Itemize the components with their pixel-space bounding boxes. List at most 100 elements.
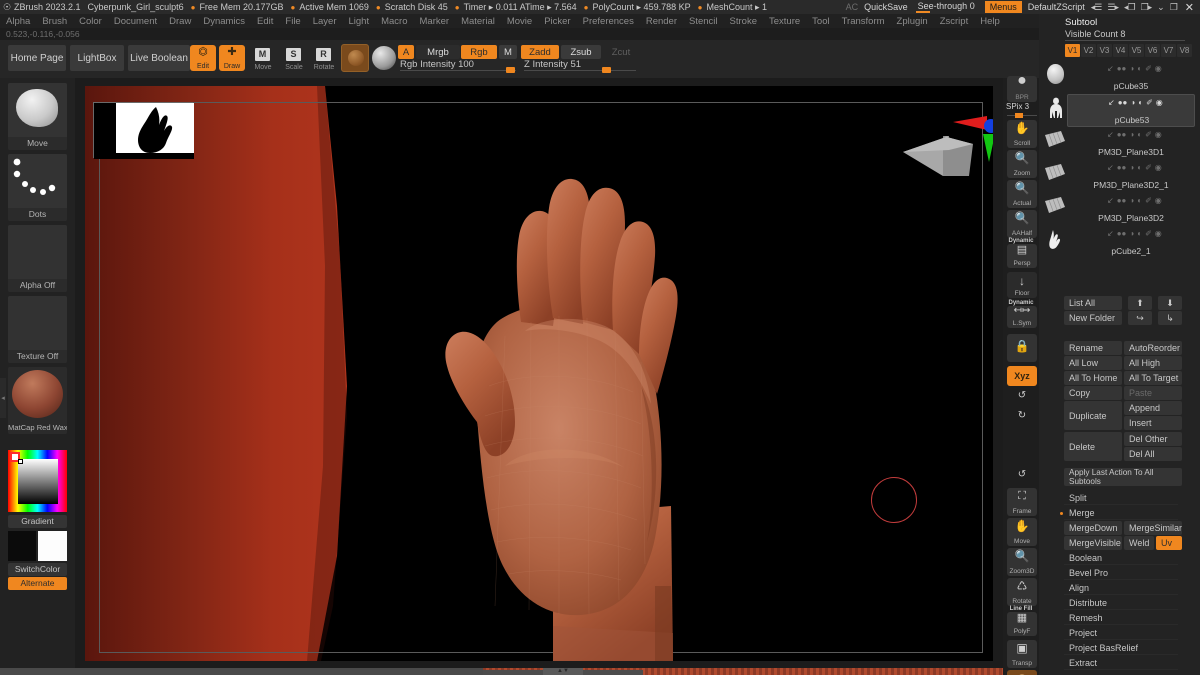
subtool-row[interactable]: ↙ ●● ◑ ◐ ✐ ◉ pCube53: [1050, 94, 1195, 127]
visibility-arrow-icon[interactable]: ↙: [1107, 163, 1114, 172]
polypaint-toggle-icon[interactable]: ●●: [1118, 98, 1128, 107]
contrast-toggle-icon[interactable]: ◐: [1137, 64, 1142, 73]
bottom-scroll-arrows[interactable]: ▲▼: [543, 668, 583, 675]
rgb-intensity-slider[interactable]: Rgb Intensity 100: [400, 59, 516, 73]
draw-button[interactable]: ✚ Draw: [219, 45, 245, 71]
zsub-button[interactable]: Zsub: [561, 45, 601, 59]
all-to-home-button[interactable]: All To Home: [1064, 371, 1122, 385]
frame-button[interactable]: ⛶ Frame: [1007, 488, 1037, 516]
brush-toggle-icon[interactable]: ✐: [1145, 130, 1152, 139]
bottom-bar[interactable]: ▲▼: [0, 668, 1003, 675]
menu-item-transform[interactable]: Transform: [836, 16, 891, 27]
transform-rotate2-icon-button[interactable]: ↻: [1007, 408, 1037, 426]
menu-item-file[interactable]: File: [279, 16, 306, 27]
shading-toggle-icon[interactable]: ◑: [1130, 98, 1135, 107]
menu-item-material[interactable]: Material: [455, 16, 501, 27]
edit-button[interactable]: ⏣ Edit: [190, 45, 216, 71]
polypaint-toggle-icon[interactable]: ●●: [1117, 130, 1127, 139]
brush-toggle-icon[interactable]: ✐: [1145, 229, 1152, 238]
view-tab-v4[interactable]: V4: [1113, 44, 1128, 57]
color-picker[interactable]: [8, 450, 67, 512]
append-button[interactable]: Append: [1124, 401, 1182, 415]
slider-knob[interactable]: [602, 67, 611, 73]
document-canvas[interactable]: [85, 86, 993, 661]
current-material-button[interactable]: MatCap Red Wax: [8, 367, 67, 434]
menu-item-alpha[interactable]: Alpha: [0, 16, 36, 27]
polypaint-toggle-icon[interactable]: ●●: [1117, 163, 1127, 172]
zcut-button[interactable]: Zcut: [603, 45, 639, 59]
menu-item-draw[interactable]: Draw: [163, 16, 197, 27]
menu-item-light[interactable]: Light: [342, 16, 375, 27]
all-low-button[interactable]: All Low: [1064, 356, 1122, 370]
menu-item-stroke[interactable]: Stroke: [724, 16, 763, 27]
gradient-button[interactable]: Gradient: [8, 515, 67, 528]
brush-toggle-icon[interactable]: ✐: [1145, 64, 1152, 73]
del-other-button[interactable]: Del Other: [1124, 432, 1182, 446]
lightbox-button[interactable]: LightBox: [70, 45, 124, 71]
folder-out-icon[interactable]: ↪: [1128, 311, 1152, 325]
bottom-tab-left[interactable]: [483, 670, 543, 675]
current-stroke-button[interactable]: Dots: [8, 154, 67, 221]
frame-select-icon-button[interactable]: ↺: [1007, 468, 1037, 486]
view-tab-v8[interactable]: V8: [1177, 44, 1192, 57]
menu-item-dynamics[interactable]: Dynamics: [197, 16, 251, 27]
move-subtool-down-icon[interactable]: ⬇: [1158, 296, 1182, 310]
shading-toggle-icon[interactable]: ◑: [1129, 196, 1134, 205]
rgb-button[interactable]: Rgb: [461, 45, 497, 59]
scale-button[interactable]: S Scale: [281, 45, 307, 71]
merge-down-button[interactable]: MergeDown: [1064, 521, 1122, 535]
polypaint-toggle-icon[interactable]: ●●: [1117, 196, 1127, 205]
quicksave-button[interactable]: QuickSave: [864, 2, 908, 12]
list-all-button[interactable]: List All: [1064, 296, 1122, 310]
menu-item-help[interactable]: Help: [974, 16, 1006, 27]
zoom-3d-button[interactable]: 🔍 Zoom3D: [1007, 548, 1037, 576]
merge-row[interactable]: Merge: [1064, 506, 1178, 520]
contrast-toggle-icon[interactable]: ◐: [1137, 130, 1142, 139]
local-symmetry-button[interactable]: ↤↦ L.Sym: [1007, 306, 1037, 328]
menu-item-texture[interactable]: Texture: [763, 16, 806, 27]
visible-count-label[interactable]: Visible Count 8: [1065, 29, 1125, 39]
bpr-button[interactable]: ● BPR: [1007, 76, 1037, 102]
eye-toggle-icon[interactable]: ◉: [1155, 163, 1162, 172]
shading-toggle-icon[interactable]: ◑: [1129, 229, 1134, 238]
bottom-tab-right[interactable]: [583, 670, 643, 675]
duplicate-button[interactable]: Duplicate: [1064, 401, 1122, 430]
mrgb-button[interactable]: Mrgb: [416, 45, 460, 59]
brush-toggle-icon[interactable]: ✐: [1145, 163, 1152, 172]
visibility-arrow-icon[interactable]: ↙: [1107, 196, 1114, 205]
hand-sculpt-model[interactable]: [85, 86, 993, 661]
view-tab-v3[interactable]: V3: [1097, 44, 1112, 57]
subtool-row[interactable]: ↙ ●● ◑ ◐ ✐ ◉ PM3D_Plane3D1: [1045, 127, 1195, 160]
floor-button[interactable]: ↓ Floor: [1007, 272, 1037, 298]
visibility-arrow-icon[interactable]: ↙: [1108, 98, 1115, 107]
eye-toggle-icon[interactable]: ◉: [1156, 98, 1163, 107]
material-preview-button[interactable]: [341, 44, 369, 72]
polyframe-button[interactable]: ▦ PolyF: [1007, 612, 1037, 636]
paste-button[interactable]: Paste: [1124, 386, 1182, 400]
home-page-button[interactable]: Home Page: [8, 45, 66, 71]
brush-toggle-icon[interactable]: ✐: [1146, 98, 1153, 107]
subtool-row[interactable]: ↙ ●● ◑ ◐ ✐ ◉ PM3D_Plane3D2: [1045, 193, 1195, 226]
rotate-button[interactable]: R Rotate: [311, 45, 337, 71]
new-folder-button[interactable]: New Folder: [1064, 311, 1122, 325]
del-all-button[interactable]: Del All: [1124, 447, 1182, 461]
menu-item-marker[interactable]: Marker: [414, 16, 456, 27]
view-tab-v6[interactable]: V6: [1145, 44, 1160, 57]
subtool-row[interactable]: ↙ ●● ◑ ◐ ✐ ◉ pCube2_1: [1049, 226, 1195, 259]
boolean-row[interactable]: Boolean: [1064, 551, 1178, 565]
visibility-arrow-icon[interactable]: ↙: [1107, 229, 1114, 238]
distribute-row[interactable]: Distribute: [1064, 596, 1178, 610]
tray-right-icon[interactable]: ❐▸: [1141, 2, 1153, 13]
z-intensity-slider[interactable]: Z Intensity 51: [524, 59, 636, 73]
subtool-row[interactable]: ↙ ●● ◑ ◐ ✐ ◉ pCube35: [1047, 61, 1195, 94]
material-alt-button[interactable]: [370, 44, 398, 72]
project-row[interactable]: Project: [1064, 626, 1178, 640]
merge-visible-button[interactable]: MergeVisible: [1064, 536, 1122, 550]
menu-item-macro[interactable]: Macro: [375, 16, 413, 27]
visible-count-slider-track[interactable]: [1065, 40, 1185, 41]
transparency-button[interactable]: ▣ Transp: [1007, 640, 1037, 668]
polypaint-toggle-icon[interactable]: ●●: [1117, 229, 1127, 238]
contrast-toggle-icon[interactable]: ◐: [1137, 196, 1142, 205]
rotate-3d-button[interactable]: ♺ Rotate: [1007, 578, 1037, 606]
bottom-tab-group[interactable]: ▲▼: [483, 668, 643, 675]
